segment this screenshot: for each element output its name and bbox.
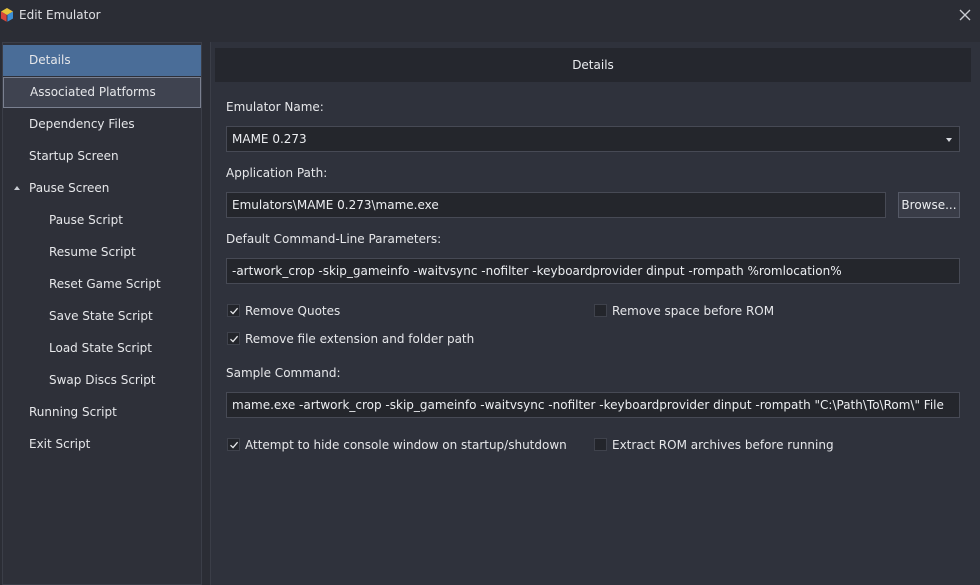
command-line-params-label: Default Command-Line Parameters: — [226, 232, 442, 246]
browse-button[interactable]: Browse... — [898, 192, 960, 218]
sidebar-item-label: Details — [29, 53, 71, 67]
remove-extension-checkbox[interactable] — [227, 332, 240, 345]
checkmark-icon — [230, 307, 239, 315]
panel-header: Details — [215, 48, 971, 82]
sidebar-item-pause-script[interactable]: Pause Script — [3, 205, 201, 236]
sidebar-item-label: Swap Discs Script — [49, 373, 156, 387]
remove-extension-label[interactable]: Remove file extension and folder path — [245, 332, 474, 346]
command-line-params-input[interactable]: -artwork_crop -skip_gameinfo -waitvsync … — [226, 258, 960, 284]
sidebar-item-startup-screen[interactable]: Startup Screen — [3, 141, 201, 172]
expand-caret-icon[interactable] — [14, 186, 20, 190]
sidebar-item-label: Startup Screen — [29, 149, 119, 163]
sidebar-item-label: Resume Script — [49, 245, 136, 259]
sidebar-nav: Details Associated Platforms Dependency … — [2, 42, 202, 585]
chevron-down-icon[interactable] — [946, 138, 952, 142]
application-path-input[interactable]: Emulators\MAME 0.273\mame.exe — [226, 192, 886, 218]
sidebar-item-label: Exit Script — [29, 437, 91, 451]
sidebar-item-label: Pause Screen — [29, 181, 110, 195]
application-path-label: Application Path: — [226, 166, 328, 180]
checkmark-icon — [230, 441, 239, 449]
remove-quotes-label[interactable]: Remove Quotes — [245, 304, 340, 318]
sidebar-item-exit-script[interactable]: Exit Script — [3, 429, 201, 460]
sample-command-label: Sample Command: — [226, 366, 341, 380]
sidebar-item-label: Load State Script — [49, 341, 152, 355]
close-icon[interactable] — [958, 8, 972, 22]
sidebar-item-swap-discs-script[interactable]: Swap Discs Script — [3, 365, 201, 396]
hide-console-label[interactable]: Attempt to hide console window on startu… — [245, 438, 567, 452]
sidebar-item-label: Running Script — [29, 405, 117, 419]
sidebar-item-load-state-script[interactable]: Load State Script — [3, 333, 201, 364]
sidebar-item-label: Pause Script — [49, 213, 123, 227]
extract-rom-checkbox[interactable] — [594, 438, 607, 451]
sidebar-item-label: Dependency Files — [29, 117, 135, 131]
sidebar-item-label: Associated Platforms — [30, 85, 156, 99]
remove-space-label[interactable]: Remove space before ROM — [612, 304, 774, 318]
emulator-name-combobox[interactable]: MAME 0.273 — [226, 126, 960, 152]
sidebar-item-associated-platforms[interactable]: Associated Platforms — [3, 77, 201, 108]
remove-space-checkbox[interactable] — [594, 304, 607, 317]
sidebar-item-label: Reset Game Script — [49, 277, 161, 291]
window-title: Edit Emulator — [19, 8, 101, 22]
emulator-name-label: Emulator Name: — [226, 100, 324, 114]
extract-rom-label[interactable]: Extract ROM archives before running — [612, 438, 834, 452]
sidebar-item-save-state-script[interactable]: Save State Script — [3, 301, 201, 332]
title-bar: Edit Emulator — [0, 0, 980, 31]
sidebar-item-label: Save State Script — [49, 309, 153, 323]
sidebar-item-dependency-files[interactable]: Dependency Files — [3, 109, 201, 140]
sidebar-item-reset-game-script[interactable]: Reset Game Script — [3, 269, 201, 300]
sample-command-output[interactable]: mame.exe -artwork_crop -skip_gameinfo -w… — [226, 392, 960, 418]
cube-app-icon — [1, 8, 13, 22]
hide-console-checkbox[interactable] — [227, 438, 240, 451]
remove-quotes-checkbox[interactable] — [227, 304, 240, 317]
sidebar-item-running-script[interactable]: Running Script — [3, 397, 201, 428]
checkmark-icon — [230, 335, 239, 343]
sidebar-item-resume-script[interactable]: Resume Script — [3, 237, 201, 268]
sidebar-item-pause-screen[interactable]: Pause Screen — [3, 173, 201, 204]
emulator-name-value: MAME 0.273 — [232, 132, 307, 146]
sidebar-item-details[interactable]: Details — [3, 45, 201, 76]
